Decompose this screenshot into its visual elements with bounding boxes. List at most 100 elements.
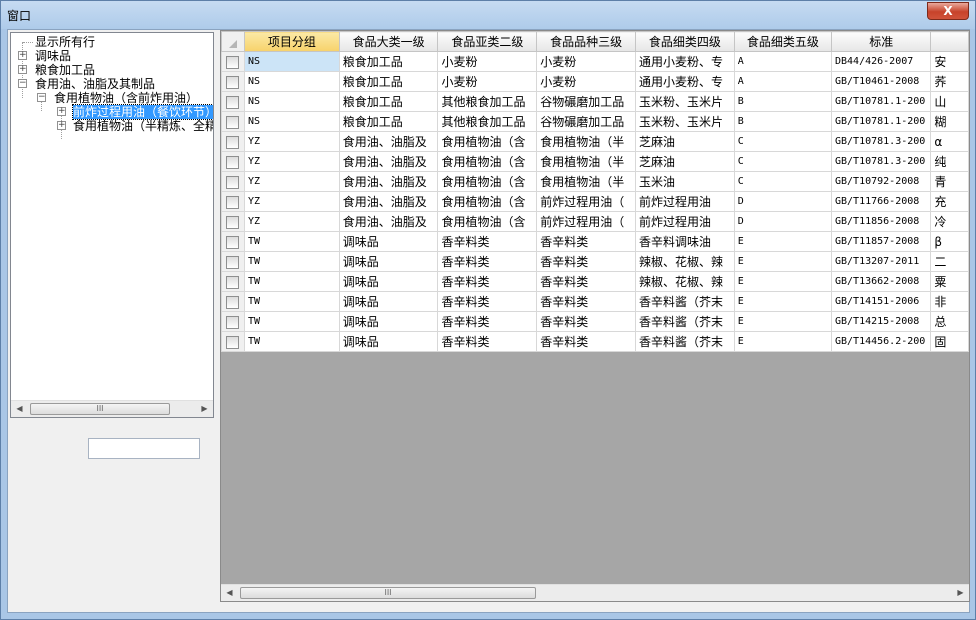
table-cell[interactable]: 青: [930, 171, 969, 192]
table-cell[interactable]: GB/T10781.1-200: [830, 91, 932, 112]
column-header[interactable]: 食品亚类二级: [437, 31, 538, 52]
table-cell[interactable]: 香辛料酱（芥末: [635, 331, 735, 352]
table-cell[interactable]: 香辛料类: [536, 291, 637, 312]
table-row[interactable]: YZ 食用油、油脂及 食用植物油（含 前炸过程用油（ 前炸过程用油 D GB/T11856-…: [221, 211, 969, 232]
column-header[interactable]: 食品细类四级: [635, 31, 735, 52]
table-cell[interactable]: 前炸过程用油: [635, 191, 735, 212]
table-cell[interactable]: 粮食加工品: [338, 111, 439, 132]
table-cell[interactable]: YZ: [243, 131, 340, 152]
table-cell[interactable]: 其他粮食加工品: [437, 111, 538, 132]
table-cell[interactable]: β: [930, 231, 969, 252]
row-checkbox[interactable]: [226, 235, 240, 249]
table-cell[interactable]: C: [733, 151, 833, 172]
row-checkbox[interactable]: [226, 315, 240, 329]
table-cell[interactable]: 食用油、油脂及: [338, 171, 439, 192]
table-cell[interactable]: NS: [243, 51, 340, 72]
table-cell[interactable]: GB/T11857-2008: [830, 231, 932, 252]
table-cell[interactable]: 总: [930, 311, 969, 332]
table-cell[interactable]: E: [733, 331, 833, 352]
table-cell[interactable]: TW: [243, 311, 340, 332]
table-cell[interactable]: TW: [243, 331, 340, 352]
table-cell[interactable]: 玉米油: [635, 171, 735, 192]
table-cell[interactable]: GB/T13207-2011: [830, 251, 932, 272]
table-cell[interactable]: GB/T14456.2-200: [830, 331, 932, 352]
table-cell[interactable]: 荞: [930, 71, 969, 92]
table-cell[interactable]: TW: [243, 251, 340, 272]
table-cell[interactable]: B: [733, 91, 833, 112]
table-row[interactable]: TW 调味品 香辛料类 香辛料类 香辛料酱（芥末 E GB/T14456.2-200 固: [221, 331, 969, 352]
table-cell[interactable]: 通用小麦粉、专: [635, 51, 735, 72]
table-cell[interactable]: B: [733, 111, 833, 132]
grid-horizontal-scrollbar[interactable]: ◀ III ▶: [221, 584, 969, 601]
row-checkbox-cell[interactable]: [221, 211, 245, 232]
table-cell[interactable]: 食用植物油（含: [437, 151, 538, 172]
table-cell[interactable]: E: [733, 311, 833, 332]
table-cell[interactable]: GB/T10781.3-200: [830, 131, 932, 152]
table-cell[interactable]: YZ: [243, 151, 340, 172]
table-row[interactable]: NS 粮食加工品 其他粮食加工品 谷物碾磨加工品 玉米粉、玉米片 B GB/T10781.1…: [221, 111, 969, 132]
table-cell[interactable]: GB/T11856-2008: [830, 211, 932, 232]
table-cell[interactable]: 小麦粉: [437, 51, 538, 72]
table-cell[interactable]: 调味品: [338, 271, 439, 292]
table-cell[interactable]: 粮食加工品: [338, 51, 439, 72]
table-cell[interactable]: 谷物碾磨加工品: [536, 111, 637, 132]
table-cell[interactable]: 小麦粉: [536, 71, 637, 92]
table-cell[interactable]: 调味品: [338, 231, 439, 252]
row-checkbox-cell[interactable]: [221, 151, 245, 172]
table-cell[interactable]: 香辛料类: [536, 231, 637, 252]
table-row[interactable]: TW 调味品 香辛料类 香辛料类 香辛料酱（芥末 E GB/T14215-2008 总: [221, 311, 969, 332]
expand-plus-icon[interactable]: +: [57, 121, 66, 130]
scroll-right-arrow-icon[interactable]: ▶: [952, 585, 969, 601]
table-cell[interactable]: 食用植物油（含: [437, 191, 538, 212]
table-cell[interactable]: 香辛料类: [536, 331, 637, 352]
table-cell[interactable]: α: [930, 131, 969, 152]
row-checkbox-cell[interactable]: [221, 91, 245, 112]
row-checkbox[interactable]: [226, 135, 240, 149]
table-cell[interactable]: 食用植物油（含: [437, 211, 538, 232]
table-row[interactable]: TW 调味品 香辛料类 香辛料类 香辛料酱（芥末 E GB/T14151-2006 非: [221, 291, 969, 312]
row-checkbox[interactable]: [226, 175, 240, 189]
collapse-minus-icon[interactable]: −: [18, 79, 27, 88]
table-cell[interactable]: 其他粮食加工品: [437, 91, 538, 112]
table-cell[interactable]: YZ: [243, 211, 340, 232]
table-cell[interactable]: 食用油、油脂及: [338, 211, 439, 232]
table-cell[interactable]: GB/T14151-2006: [830, 291, 932, 312]
table-cell[interactable]: 食用植物油（半: [536, 171, 637, 192]
table-cell[interactable]: 香辛料类: [536, 271, 637, 292]
close-button[interactable]: X: [927, 2, 969, 20]
row-checkbox-cell[interactable]: [221, 231, 245, 252]
table-cell[interactable]: 香辛料调味油: [635, 231, 735, 252]
table-cell[interactable]: 前炸过程用油: [635, 211, 735, 232]
table-cell[interactable]: 调味品: [338, 291, 439, 312]
collapse-minus-icon[interactable]: −: [37, 93, 46, 102]
table-cell[interactable]: 小麦粉: [536, 51, 637, 72]
table-cell[interactable]: 香辛料酱（芥末: [635, 311, 735, 332]
table-cell[interactable]: 香辛料类: [536, 311, 637, 332]
table-cell[interactable]: 香辛料酱（芥末: [635, 291, 735, 312]
table-cell[interactable]: A: [733, 51, 833, 72]
table-cell[interactable]: 食用油、油脂及: [338, 131, 439, 152]
expand-plus-icon[interactable]: +: [18, 51, 27, 60]
table-row[interactable]: NS 粮食加工品 小麦粉 小麦粉 通用小麦粉、专 A DB44/426-2007 安: [221, 51, 969, 72]
table-cell[interactable]: D: [733, 211, 833, 232]
table-cell[interactable]: 前炸过程用油（: [536, 211, 637, 232]
category-tree[interactable]: 显示所有行 + 调味品 + 粮食加工品 − 食用油、油脂及其制品 − 食用植物油…: [10, 32, 214, 418]
table-cell[interactable]: 安: [930, 51, 969, 72]
table-cell[interactable]: 调味品: [338, 311, 439, 332]
column-header[interactable]: 食品大类一级: [338, 31, 439, 52]
row-checkbox[interactable]: [226, 75, 240, 89]
row-checkbox[interactable]: [226, 215, 240, 229]
table-cell[interactable]: 香辛料类: [536, 251, 637, 272]
table-cell[interactable]: YZ: [243, 171, 340, 192]
table-cell[interactable]: GB/T10792-2008: [830, 171, 932, 192]
table-cell[interactable]: 芝麻油: [635, 151, 735, 172]
table-cell[interactable]: 粮食加工品: [338, 91, 439, 112]
table-cell[interactable]: 食用植物油（半: [536, 131, 637, 152]
table-cell[interactable]: 香辛料类: [437, 231, 538, 252]
title-bar[interactable]: 窗口 X: [1, 1, 975, 29]
row-checkbox[interactable]: [226, 115, 240, 129]
table-cell[interactable]: 调味品: [338, 331, 439, 352]
table-cell[interactable]: NS: [243, 111, 340, 132]
table-row[interactable]: TW 调味品 香辛料类 香辛料类 香辛料调味油 E GB/T11857-2008 β: [221, 231, 969, 252]
row-checkbox-cell[interactable]: [221, 191, 245, 212]
